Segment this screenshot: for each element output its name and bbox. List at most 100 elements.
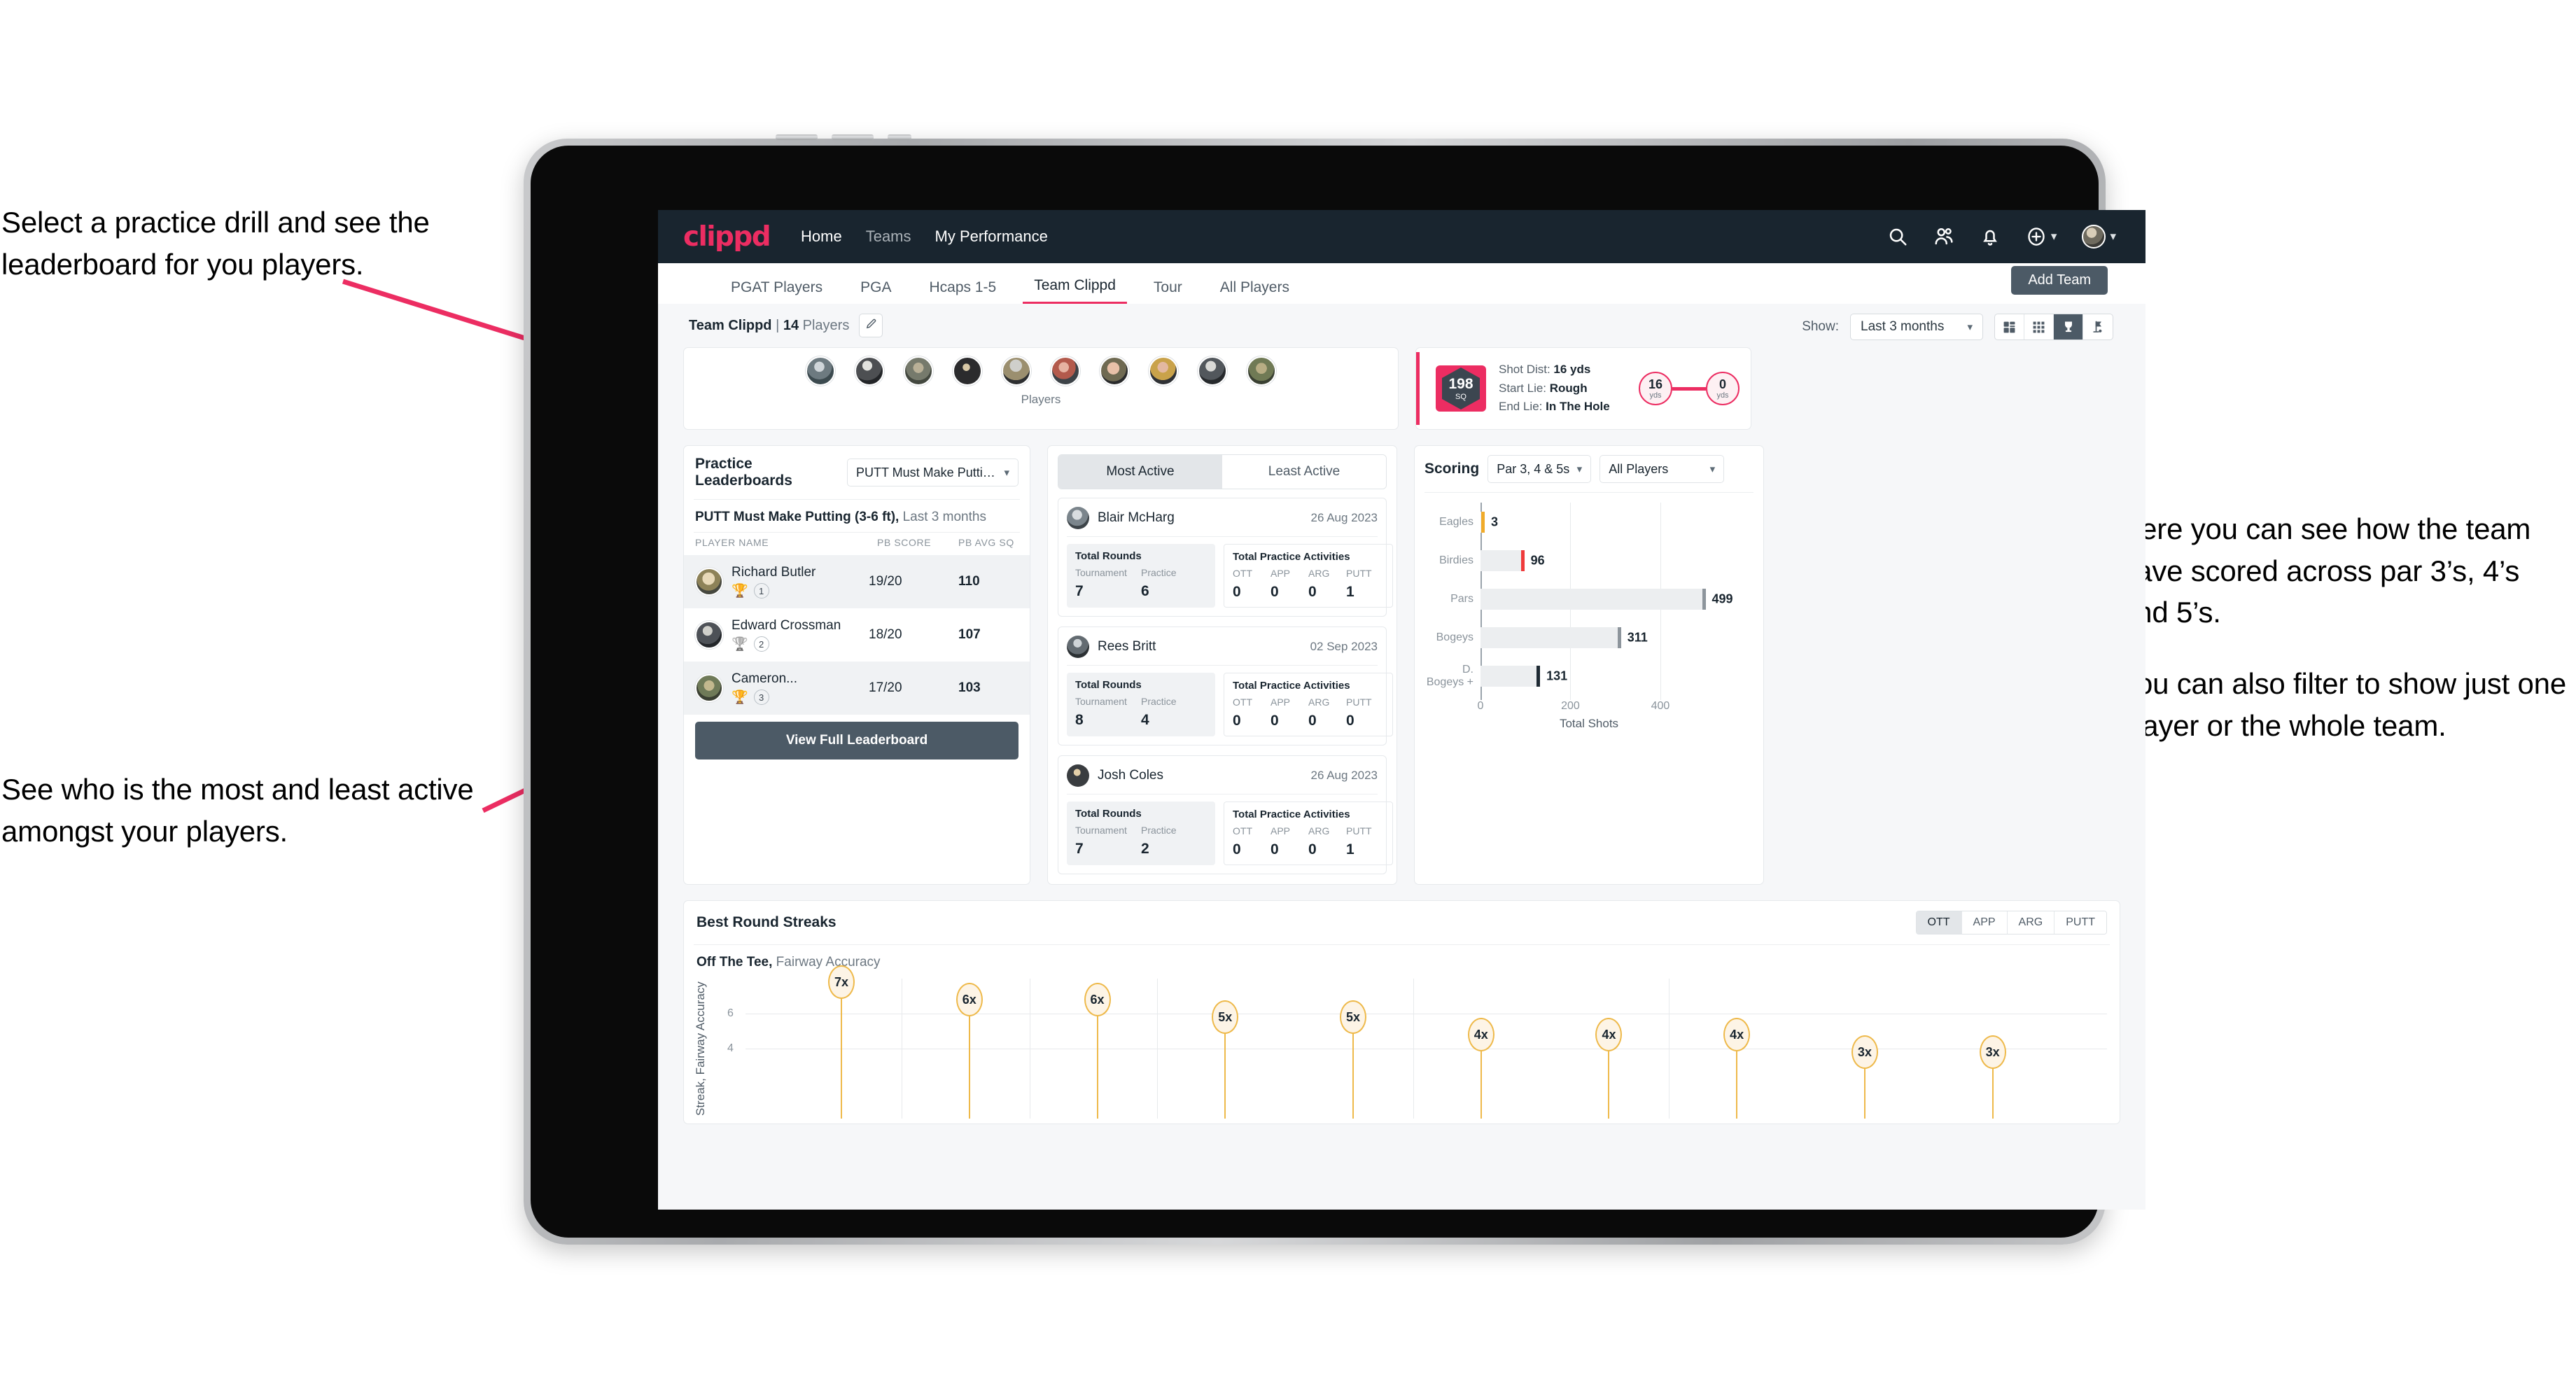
- people-icon[interactable]: [1933, 226, 1954, 247]
- top-cards-row: Players 198 SQ Shot Dist: 16 yds Start L…: [683, 347, 2120, 430]
- avatar[interactable]: [1198, 356, 1227, 386]
- player-filter-select[interactable]: All Players ▾: [1600, 455, 1725, 483]
- search-icon[interactable]: [1887, 226, 1908, 247]
- chart-streak-marker[interactable]: 3x: [1979, 1035, 2006, 1069]
- chart-bar-row: Eagles 3: [1426, 511, 1752, 533]
- trophy-view-icon[interactable]: [2054, 314, 2083, 340]
- activity-date: 26 Aug 2023: [1310, 511, 1378, 524]
- shot-detail-card: 198 SQ Shot Dist: 16 yds Start Lie: Roug…: [1415, 347, 1751, 430]
- practice-activities-values: 0 0 0 1: [1233, 584, 1384, 601]
- chart-streak-marker[interactable]: 6x: [1084, 983, 1111, 1016]
- divider: [1424, 492, 1754, 493]
- practice-activities-keys: OTT APP ARG PUTT: [1233, 696, 1384, 708]
- avatar[interactable]: [1100, 356, 1129, 386]
- flag-view-icon[interactable]: [2083, 314, 2113, 340]
- chevron-down-icon[interactable]: ▾: [2051, 230, 2057, 244]
- view-full-leaderboard-button[interactable]: View Full Leaderboard: [695, 722, 1018, 760]
- chart-stem: [1096, 1014, 1098, 1119]
- nav-link-home[interactable]: Home: [801, 227, 842, 246]
- trophy-icon: 🏆: [732, 636, 748, 652]
- chart-x-tick: 200: [1561, 700, 1580, 712]
- tab-most-active[interactable]: Most Active: [1058, 455, 1222, 489]
- table-row[interactable]: Richard Butler 🏆 1 19/20 110: [684, 555, 1030, 608]
- leaderboard-drill-name: PUTT Must Make Putting (3-6 ft),: [695, 510, 899, 524]
- chart-gridline: [1157, 979, 1158, 1119]
- scoring-bar-chart: 0 200 400 Eagles 3 Birdies 96 Pars 499 Bogeys 311 D…: [1426, 503, 1752, 730]
- table-row[interactable]: Cameron... 🏆 3 17/20 103: [684, 662, 1030, 715]
- acts-value-arg: 0: [1308, 841, 1317, 858]
- list-item[interactable]: Blair McHarg 26 Aug 2023 Total Rounds To…: [1058, 498, 1393, 617]
- list-item[interactable]: Josh Coles 26 Aug 2023 Total Rounds Tour…: [1058, 755, 1393, 874]
- avatar[interactable]: [1051, 356, 1080, 386]
- practice-leaderboards-card: Practice Leaderboards PUTT Must Make Put…: [683, 445, 1030, 885]
- tab-team-clippd[interactable]: Team Clippd: [1023, 277, 1127, 304]
- nav-link-my-performance[interactable]: My Performance: [935, 227, 1048, 246]
- avatar[interactable]: [1149, 356, 1178, 386]
- shot-dist-key: Shot Dist:: [1499, 363, 1554, 377]
- tab-pgat-players[interactable]: PGAT Players: [720, 279, 834, 304]
- rank-number: 2: [753, 636, 769, 652]
- avatar[interactable]: [855, 356, 884, 386]
- par-filter-select[interactable]: Par 3, 4 & 5s ▾: [1488, 455, 1592, 483]
- tab-least-active[interactable]: Least Active: [1222, 455, 1386, 489]
- shot-distance-connector: [1672, 386, 1706, 391]
- chevron-down-icon: ▾: [1576, 463, 1583, 475]
- chart-streak-marker[interactable]: 6x: [955, 983, 983, 1016]
- avatar[interactable]: [953, 356, 982, 386]
- tab-all-players[interactable]: All Players: [1209, 279, 1301, 304]
- acts-value-putt: 1: [1346, 841, 1354, 858]
- rounds-value-practice: 4: [1141, 712, 1149, 728]
- bell-icon[interactable]: [1980, 226, 2001, 247]
- nav-link-teams[interactable]: Teams: [866, 227, 911, 246]
- chart-bar-track: 499: [1480, 589, 1752, 610]
- end-lie-value: In The Hole: [1546, 400, 1610, 414]
- toggle-ott[interactable]: OTT: [1916, 911, 1962, 934]
- chart-streak-marker[interactable]: 4x: [1723, 1018, 1751, 1051]
- clippd-logo[interactable]: clippd: [683, 221, 771, 253]
- column-header-player-name: PLAYER NAME: [695, 537, 769, 548]
- total-practice-activities-panel: Total Practice Activities OTT APP ARG PU…: [1224, 802, 1393, 865]
- avatar[interactable]: [2082, 225, 2106, 248]
- chart-x-tick: 0: [1477, 700, 1484, 712]
- tab-tour[interactable]: Tour: [1142, 279, 1194, 304]
- player-rank-badge: 🏆 2: [732, 636, 860, 652]
- edit-team-button[interactable]: [859, 314, 883, 337]
- chart-streak-marker[interactable]: 5x: [1339, 1000, 1366, 1034]
- profile-menu[interactable]: ▾: [2082, 225, 2116, 248]
- list-item[interactable]: Rees Britt 02 Sep 2023 Total Rounds Tour…: [1058, 626, 1393, 746]
- chart-streak-marker[interactable]: 7x: [828, 965, 855, 999]
- activity-player-header: Josh Coles 26 Aug 2023: [1067, 764, 1378, 794]
- chart-bar-cap: [1481, 511, 1485, 533]
- plus-circle-menu[interactable]: ▾: [2026, 226, 2057, 247]
- chevron-down-icon[interactable]: ▾: [2110, 230, 2116, 244]
- chart-streak-marker[interactable]: 5x: [1212, 1000, 1239, 1034]
- chart-streak-marker[interactable]: 4x: [1467, 1018, 1494, 1051]
- total-rounds-panel: Total Rounds Tournament Practice 7 6: [1067, 544, 1215, 608]
- avatar[interactable]: [904, 356, 933, 386]
- drill-select[interactable]: PUTT Must Make Putting ... ▾: [847, 458, 1018, 486]
- acts-key-ott: OTT: [1233, 568, 1252, 579]
- shot-end-value: 0: [1718, 377, 1726, 391]
- toggle-putt[interactable]: PUTT: [2054, 911, 2106, 934]
- acts-value-app: 0: [1270, 584, 1279, 600]
- plus-circle-icon[interactable]: [2026, 226, 2047, 247]
- acts-value-app: 0: [1270, 841, 1279, 858]
- table-row[interactable]: Edward Crossman 🏆 2 18/20 107: [684, 608, 1030, 662]
- add-team-button[interactable]: Add Team: [2011, 266, 2108, 295]
- chart-x-axis-title: Total Shots: [1559, 717, 1619, 730]
- tab-hcaps-1-5[interactable]: Hcaps 1-5: [918, 279, 1007, 304]
- avatar[interactable]: [806, 356, 835, 386]
- period-select[interactable]: Last 3 months ▾: [1850, 314, 1983, 340]
- grid-small-view-icon[interactable]: [2024, 314, 2054, 340]
- toggle-arg[interactable]: ARG: [2007, 911, 2055, 934]
- avatar[interactable]: [1247, 356, 1276, 386]
- avatar[interactable]: [1002, 356, 1031, 386]
- shot-dist-value: 16 yds: [1553, 363, 1591, 377]
- tab-pga[interactable]: PGA: [849, 279, 902, 304]
- chart-streak-marker[interactable]: 4x: [1595, 1018, 1623, 1051]
- rounds-value-practice: 2: [1141, 841, 1149, 857]
- chart-streak-marker[interactable]: 3x: [1851, 1035, 1878, 1069]
- grid-large-view-icon[interactable]: [1995, 314, 2024, 340]
- toggle-app[interactable]: APP: [1961, 911, 2008, 934]
- chart-bar-row: Bogeys 311: [1426, 627, 1752, 649]
